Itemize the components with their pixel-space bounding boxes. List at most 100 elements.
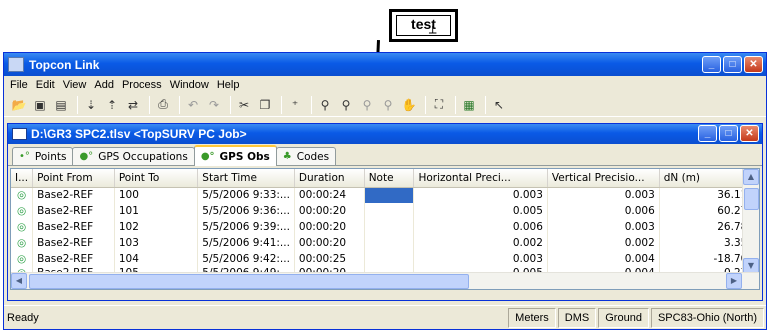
zoom-all-icon[interactable]: ⚲ (379, 96, 397, 114)
menu-add[interactable]: Add (91, 79, 119, 91)
note-cell[interactable] (364, 251, 415, 267)
job-minimize-button[interactable]: _ (698, 125, 717, 142)
tab-gps-obs[interactable]: ●° GPS Obs (193, 145, 277, 166)
zoom-out-icon[interactable]: ⚲ (337, 96, 355, 114)
table-cell[interactable]: 0.003 (413, 251, 548, 267)
zoom-window-icon[interactable]: ⚲ (358, 96, 376, 114)
vertical-scroll-thumb[interactable] (744, 188, 759, 210)
tree-icon: ♣ (282, 151, 292, 162)
table-cell[interactable]: 00:00:20 (294, 219, 365, 235)
menu-file[interactable]: File (7, 79, 33, 91)
callout-box: test ┴ (389, 9, 458, 42)
table-cell[interactable]: 104 (114, 251, 199, 267)
table-cell[interactable]: Base2-REF (32, 219, 115, 235)
table-cell[interactable]: 5/5/2006 9:42:... (197, 251, 295, 267)
table-cell[interactable]: 0.003 (547, 219, 660, 235)
table-cell[interactable]: 5/5/2006 9:39:... (197, 219, 295, 235)
table-cell[interactable]: 102 (114, 219, 199, 235)
table-cell[interactable]: 0.002 (413, 235, 548, 251)
table-cell[interactable]: 5/5/2006 9:36:... (197, 203, 295, 219)
table-row[interactable]: ◎ Base2-REF 102 5/5/2006 9:39:... 00:00:20 0.… (11, 219, 759, 235)
table-row[interactable]: ◎ Base2-REF 104 5/5/2006 9:42:... 00:00:25 0.… (11, 251, 759, 267)
properties-icon[interactable]: ▤ (52, 96, 70, 114)
status-text: Ready (7, 311, 39, 324)
scroll-left-arrow[interactable]: ◀ (11, 273, 27, 289)
table-cell[interactable]: 103 (114, 235, 199, 251)
table-cell[interactable]: Base2-REF (32, 203, 115, 219)
table-cell[interactable]: 0.002 (547, 235, 660, 251)
column-header-icon[interactable]: I... (11, 169, 34, 188)
table-cell[interactable]: Base2-REF (32, 235, 115, 251)
scroll-up-arrow[interactable]: ▲ (743, 169, 759, 185)
print-icon[interactable]: ⎙ (154, 96, 172, 114)
note-cell[interactable] (364, 187, 415, 203)
table-cell[interactable]: 100 (114, 187, 199, 203)
save-icon[interactable]: ▣ (31, 96, 49, 114)
tab-points[interactable]: •° Points (12, 147, 74, 165)
table-cell[interactable]: 5/5/2006 9:33:... (197, 187, 295, 203)
table-cell[interactable]: 0.004 (547, 251, 660, 267)
pan-hand-icon[interactable]: ✋ (400, 96, 418, 114)
table-cell[interactable]: 101 (114, 203, 199, 219)
menu-window[interactable]: Window (167, 79, 214, 91)
menu-view[interactable]: View (60, 79, 92, 91)
export-icon[interactable]: ⇡ (103, 96, 121, 114)
table-cell[interactable]: Base2-REF (32, 187, 115, 203)
column-header-point-to[interactable]: Point To (114, 169, 199, 188)
menu-process[interactable]: Process (119, 79, 167, 91)
menu-bar: File Edit View Add Process Window Help (4, 76, 766, 93)
table-cell[interactable]: 00:00:25 (294, 251, 365, 267)
tab-gps-occupations[interactable]: ●° GPS Occupations (72, 147, 195, 165)
table-row[interactable]: ◎ Base2-REF 103 5/5/2006 9:41:... 00:00:20 0.… (11, 235, 759, 251)
minimize-button[interactable]: _ (702, 56, 721, 73)
column-header-horizontal-precision[interactable]: Horizontal Preci... (413, 169, 548, 188)
job-maximize-button[interactable]: □ (719, 125, 738, 142)
table-cell[interactable]: Base2-REF (32, 251, 115, 267)
copy-icon[interactable]: ❐ (256, 96, 274, 114)
column-header-duration[interactable]: Duration (294, 169, 365, 188)
undo-icon[interactable]: ↶ (184, 96, 202, 114)
maximize-button[interactable]: □ (723, 56, 742, 73)
note-cell[interactable] (364, 235, 415, 251)
redo-icon[interactable]: ↷ (205, 96, 223, 114)
note-cell[interactable] (364, 203, 415, 219)
job-close-button[interactable]: ✕ (740, 125, 759, 142)
table-row[interactable]: ◎ Base2-REF 100 5/5/2006 9:33:... 00:00:24 0.… (11, 187, 759, 203)
note-cell[interactable] (364, 219, 415, 235)
table-cell[interactable]: 00:00:24 (294, 187, 365, 203)
table-cell[interactable]: 0.003 (547, 187, 660, 203)
toolbar-separator (425, 95, 426, 114)
column-header-note[interactable]: Note (364, 169, 415, 188)
zoom-extents-icon[interactable]: ⛶ (430, 96, 448, 114)
scroll-right-arrow[interactable]: ▶ (726, 273, 742, 289)
point-icon[interactable]: ⁺ (286, 96, 304, 114)
horizontal-scroll-thumb[interactable] (29, 274, 469, 289)
column-header-point-from[interactable]: Point From (32, 169, 115, 188)
table-row[interactable]: ◎ Base2-REF 101 5/5/2006 9:36:... 00:00:20 0.… (11, 203, 759, 219)
column-header-start-time[interactable]: Start Time (197, 169, 295, 188)
tab-codes[interactable]: ♣ Codes (275, 147, 337, 165)
column-header-vertical-precision[interactable]: Vertical Precisio... (547, 169, 660, 188)
table-cell[interactable]: 0.005 (413, 203, 548, 219)
app-icon (8, 57, 24, 72)
vertical-scrollbar[interactable]: ▲ ▼ (742, 169, 759, 274)
convert-icon[interactable]: ⇄ (124, 96, 142, 114)
cut-icon[interactable]: ✂ (235, 96, 253, 114)
horizontal-scrollbar[interactable]: ◀ ▶ (11, 272, 759, 289)
help-pointer-icon[interactable]: ↖ (490, 96, 508, 114)
menu-edit[interactable]: Edit (33, 79, 60, 91)
table-cell[interactable]: 0.003 (413, 187, 548, 203)
table-cell[interactable]: 0.006 (547, 203, 660, 219)
table-cell[interactable]: 0.006 (413, 219, 548, 235)
close-button[interactable]: ✕ (744, 56, 763, 73)
menu-help[interactable]: Help (214, 79, 245, 91)
table-icon[interactable]: ▦ (460, 96, 478, 114)
toolbar-separator (149, 95, 150, 114)
zoom-in-icon[interactable]: ⚲ (316, 96, 334, 114)
table-cell[interactable]: 5/5/2006 9:41:... (197, 235, 295, 251)
table-cell[interactable]: 00:00:20 (294, 203, 365, 219)
import-icon[interactable]: ⇣ (82, 96, 100, 114)
table-cell[interactable]: 00:00:20 (294, 235, 365, 251)
job-window: D:\GR3 SPC2.tlsv <TopSURV PC Job> _ □ ✕ … (7, 123, 763, 301)
open-folder-icon[interactable]: 📂 (10, 96, 28, 114)
